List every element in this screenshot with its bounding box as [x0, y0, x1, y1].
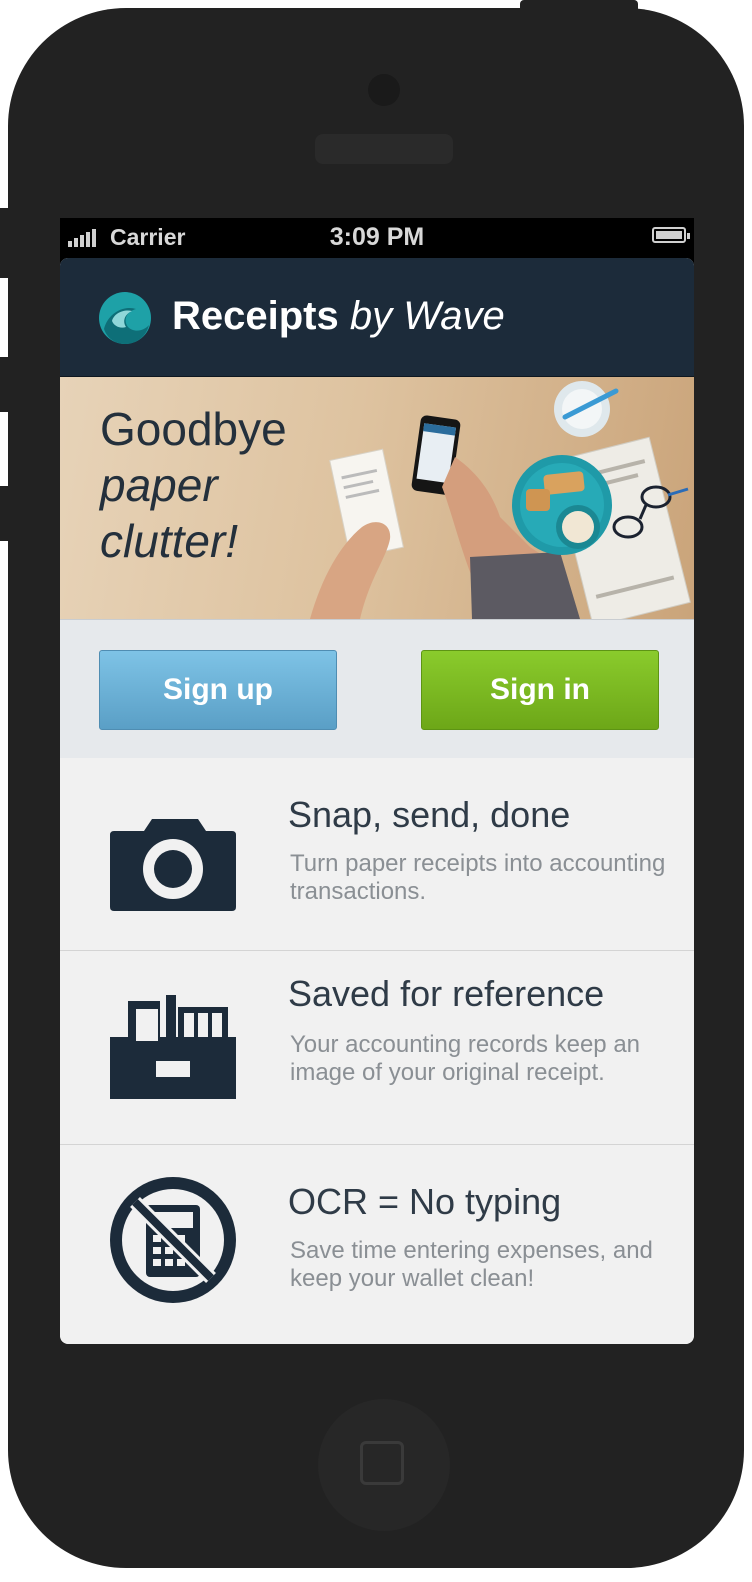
wave-logo-icon: [99, 292, 151, 344]
feature-title: Saved for reference: [288, 973, 605, 1014]
hero-line-1: Goodbye: [100, 403, 287, 455]
camera-icon: [110, 819, 236, 911]
auth-buttons-area: Sign up Sign in: [60, 619, 694, 759]
status-bar: Carrier 3:09 PM: [60, 218, 694, 258]
app-content: Receipts by Wave Goodbye paper clutter! …: [60, 258, 694, 1344]
home-square-icon: [360, 1441, 404, 1485]
app-header: Receipts by Wave: [60, 258, 694, 377]
feature-title: Snap, send, done: [288, 794, 571, 835]
feature-description: Save time entering expenses, and keep yo…: [290, 1237, 653, 1292]
battery-icon: [652, 227, 690, 243]
feature-item: Saved for reference Your accounting reco…: [60, 951, 694, 1145]
hero-headline: Goodbye paper clutter!: [100, 401, 287, 569]
sign-up-button[interactable]: Sign up: [99, 650, 337, 730]
front-camera: [368, 74, 400, 106]
feature-description: Turn paper receipts into accounting tran…: [290, 850, 666, 905]
filing-box-icon: [110, 995, 236, 1099]
screen: Carrier 3:09 PM Receipts by Wave Goodbye…: [60, 218, 694, 1344]
earpiece-speaker: [315, 134, 453, 164]
feature-description: Your accounting records keep an image of…: [290, 1031, 641, 1086]
app-title-italic: by Wave: [349, 294, 505, 338]
no-calculator-icon: [110, 1177, 236, 1303]
sign-in-button[interactable]: Sign in: [421, 650, 659, 730]
hero-banner: Goodbye paper clutter!: [60, 377, 694, 619]
status-time: 3:09 PM: [329, 223, 425, 251]
app-title: Receipts by Wave: [172, 294, 505, 339]
feature-item: OCR = No typing Save time entering expen…: [60, 1145, 694, 1344]
home-button[interactable]: [318, 1399, 450, 1531]
hero-line-3: clutter!: [100, 515, 239, 567]
app-title-bold: Receipts: [172, 294, 339, 338]
hero-line-2: paper: [100, 459, 218, 511]
feature-item: Snap, send, done Turn paper receipts int…: [60, 758, 694, 951]
feature-title: OCR = No typing: [288, 1181, 562, 1222]
